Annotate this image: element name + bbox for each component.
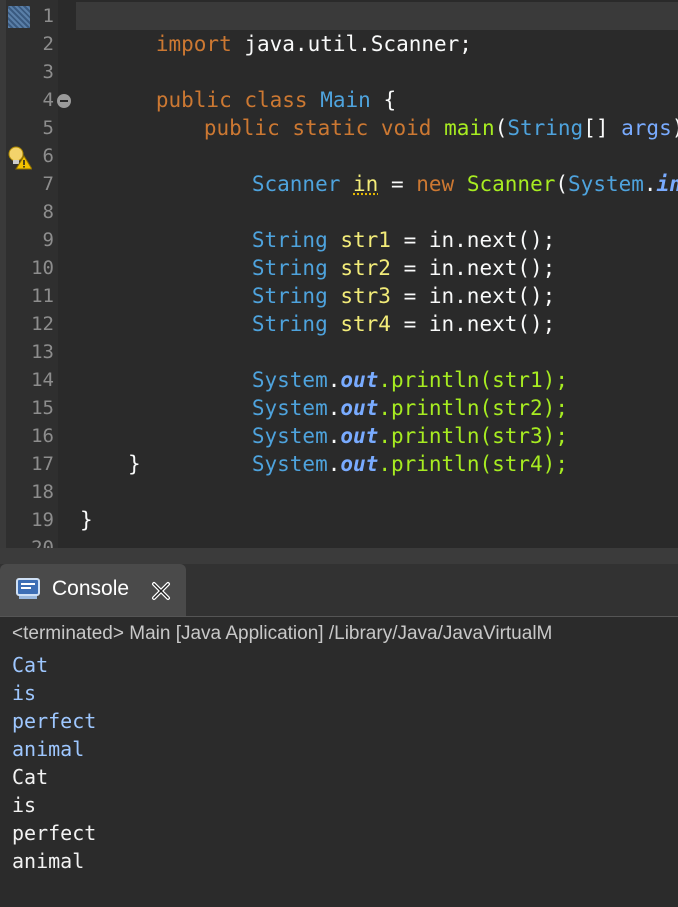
line-number-gutter: 1 2 3 4 5 6 7 8 9 10 11 12 13 14 15 16 17 18 19 20	[6, 0, 58, 548]
line-number: 17	[31, 453, 54, 475]
line-number: 19	[31, 509, 54, 531]
code-line-19: }	[80, 508, 93, 532]
line-number: 14	[31, 369, 54, 391]
console-output-line: is	[12, 793, 37, 817]
line-number: 11	[31, 285, 54, 307]
line-number: 8	[42, 201, 54, 223]
console-output-line: animal	[12, 849, 85, 873]
line-number: 9	[42, 229, 54, 251]
line-number: 3	[42, 61, 54, 83]
console-output-line: perfect	[12, 821, 97, 845]
code-line-15: System.out.println(str3);	[251, 424, 568, 448]
code-line-8: String str1 = in.next();	[251, 228, 556, 252]
overview-marker	[8, 6, 30, 28]
console-process-header: <terminated> Main [Java Application] /Li…	[12, 623, 553, 644]
line-number: 15	[31, 397, 54, 419]
console-input-line: Cat	[12, 653, 49, 677]
panel-divider[interactable]	[0, 548, 678, 564]
code-text-area[interactable]: import java.util.Scanner; public class M…	[66, 0, 678, 548]
code-line-16: System.out.println(str4);	[251, 452, 568, 476]
line-number: 5	[42, 117, 54, 139]
line-number: 10	[31, 257, 54, 279]
code-line-6: Scanner in = new Scanner(System.in);	[251, 172, 678, 196]
line-number: 16	[31, 425, 54, 447]
warning-icon[interactable]	[8, 144, 33, 170]
line-number: 7	[42, 173, 54, 195]
console-output[interactable]: <terminated> Main [Java Application] /Li…	[0, 616, 678, 907]
tab-console[interactable]: Console	[0, 564, 186, 616]
console-tab-label: Console	[52, 577, 130, 600]
code-editor[interactable]: 1 2 3 4 5 6 7 8 9 10 11 12 13 14 15 16 17 18 19 20 import j…	[0, 0, 678, 548]
console-icon	[16, 578, 42, 600]
code-line-3: public class Main {	[155, 88, 397, 112]
code-line-13: System.out.println(str1);	[251, 368, 568, 392]
console-input-line: animal	[12, 737, 85, 761]
console-input-line: perfect	[12, 709, 97, 733]
line-number: 12	[31, 313, 54, 335]
code-line-11: String str4 = in.next();	[251, 312, 556, 336]
line-number: 18	[31, 481, 54, 503]
code-line-14: System.out.println(str2);	[251, 396, 568, 420]
code-line-17: }	[128, 452, 141, 476]
line-number: 13	[31, 341, 54, 363]
code-line-9: String str2 = in.next();	[251, 256, 556, 280]
code-line-4: public static void main(String[] args) {	[203, 116, 678, 140]
console-input-line: is	[12, 681, 37, 705]
line-number: 2	[42, 33, 54, 55]
code-line-10: String str3 = in.next();	[251, 284, 556, 308]
close-icon[interactable]	[150, 580, 172, 602]
console-output-line: Cat	[12, 765, 49, 789]
line-number: 20	[31, 537, 54, 548]
code-line-1: import java.util.Scanner;	[155, 32, 472, 56]
console-tab-bar: Console	[0, 564, 678, 616]
line-number: 4	[42, 89, 54, 111]
